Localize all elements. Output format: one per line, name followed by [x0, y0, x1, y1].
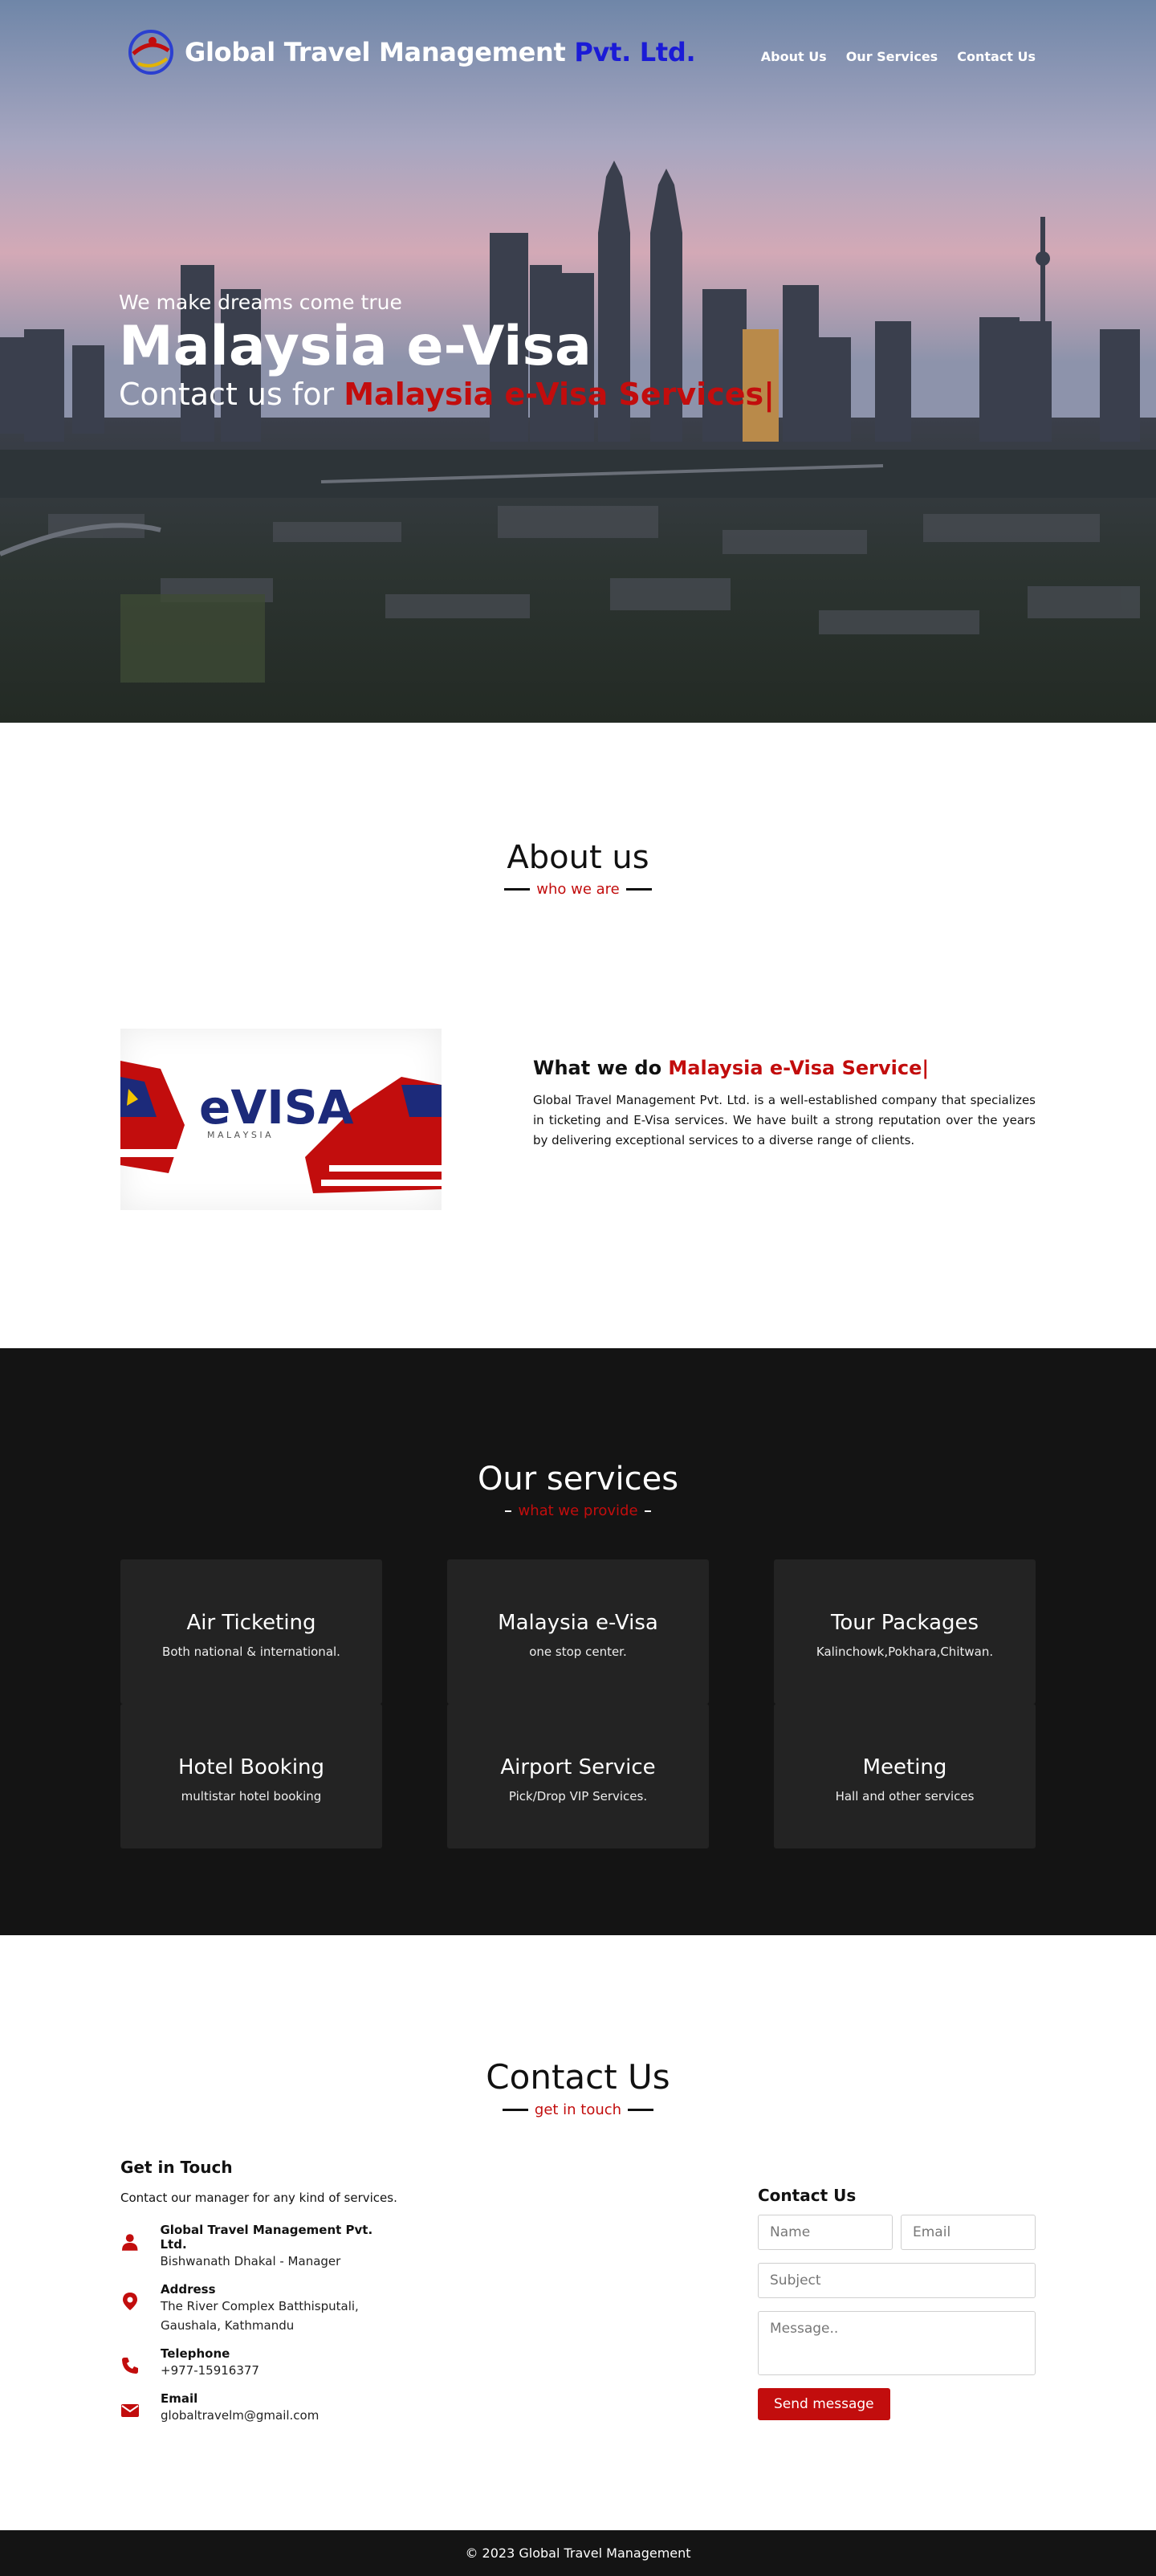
info-value[interactable]: +977-15916377	[161, 2361, 259, 2380]
user-icon	[121, 2233, 138, 2251]
info-label: Email	[161, 2391, 198, 2406]
what-we-do-heading: What we do Malaysia e-Visa Service|	[533, 1057, 1036, 1079]
evisa-flag-graphic: eVISA M A L A Y S I A	[120, 1061, 442, 1193]
nav-about-us[interactable]: About Us	[761, 49, 827, 64]
section-tagline: who we are	[504, 881, 652, 898]
contact-info-email: Email globaltravelm@gmail.com	[120, 2391, 398, 2425]
service-desc: Both national & international.	[162, 1645, 340, 1659]
contact-form-title: Contact Us	[758, 2186, 857, 2205]
divider	[505, 1510, 512, 1512]
service-card[interactable]: Air Ticketing Both national & internatio…	[120, 1559, 382, 1704]
info-value: The River Complex Batthisputali, Gaushal…	[161, 2298, 359, 2333]
service-title: Hotel Booking	[177, 1755, 325, 1779]
brand[interactable]: Global Travel Management Pvt. Ltd.	[120, 22, 696, 83]
section-title: Our services	[477, 1461, 679, 1498]
services-section: Our services what we provide Air Ticketi…	[0, 1348, 1156, 1935]
get-in-touch-panel: Get in Touch Contact our manager for any…	[120, 2158, 398, 2436]
service-desc: Pick/Drop VIP Services.	[508, 1789, 648, 1804]
footer: © 2023 Global Travel Management	[0, 2530, 1156, 2576]
brand-name-accent: Pvt. Ltd.	[574, 37, 696, 67]
about-content: eVISA M A L A Y S I A What we do Malaysi…	[0, 1029, 1156, 1210]
about-text: What we do Malaysia e-Visa Service| Glob…	[533, 1029, 1036, 1210]
hero-typing-line: Contact us for Malaysia e-Visa Services|	[119, 377, 775, 412]
service-card[interactable]: Hotel Booking multistar hotel booking	[120, 1704, 382, 1848]
email-input[interactable]: Email	[901, 2215, 1036, 2250]
get-in-touch-intro: Contact our manager for any kind of serv…	[120, 2191, 397, 2205]
service-desc: one stop center.	[529, 1645, 627, 1659]
service-title: Meeting	[862, 1755, 947, 1779]
service-desc: multistar hotel booking	[181, 1789, 322, 1804]
section-title: About us	[507, 839, 649, 876]
copyright-text: © 2023 Global Travel Management	[465, 2545, 691, 2561]
service-card[interactable]: Tour Packages Kalinchowk,Pokhara,Chitwan…	[774, 1559, 1036, 1704]
map-pin-icon	[123, 2292, 137, 2310]
services-heading-block: Our services what we provide	[0, 1461, 1156, 1519]
info-value[interactable]: globaltravelm@gmail.com	[161, 2406, 319, 2425]
service-title: Air Ticketing	[186, 1611, 316, 1635]
divider	[644, 1510, 651, 1512]
phone-icon	[122, 2357, 138, 2374]
hero-subtitle: We make dreams come true	[119, 291, 402, 314]
hero-line-prefix: Contact us for	[119, 377, 335, 413]
services-grid: Air Ticketing Both national & internatio…	[120, 1559, 1036, 1848]
section-tagline: what we provide	[505, 1502, 651, 1519]
name-email-row: Name Email	[758, 2215, 1036, 2250]
info-label: Global Travel Management Pvt. Ltd.	[160, 2222, 373, 2252]
service-desc: Kalinchowk,Pokhara,Chitwan.	[816, 1645, 994, 1659]
nav-links: About Us Our Services Contact Us	[761, 49, 1036, 64]
info-label: Telephone	[161, 2346, 230, 2361]
hero-line-highlight: Malaysia e-Visa Services|	[344, 377, 775, 413]
service-title: Tour Packages	[830, 1611, 979, 1635]
contact-info-company: Global Travel Management Pvt. Ltd. Bishw…	[120, 2223, 398, 2271]
brand-name: Global Travel Management Pvt. Ltd.	[185, 37, 696, 67]
contact-form: Contact Us Name Email Subject Message.. …	[758, 2186, 1036, 2420]
section-tagline: get in touch	[502, 2101, 654, 2118]
service-card[interactable]: Meeting Hall and other services	[774, 1704, 1036, 1848]
hero-copy: We make dreams come true Malaysia e-Visa…	[119, 291, 775, 412]
nav-contact-us[interactable]: Contact Us	[957, 49, 1036, 64]
subject-input[interactable]: Subject	[758, 2263, 1036, 2298]
contact-info-list: Global Travel Management Pvt. Ltd. Bishw…	[120, 2223, 398, 2425]
service-title: Malaysia e-Visa	[498, 1611, 658, 1635]
what-we-do-highlight: Malaysia e-Visa Service|	[668, 1057, 930, 1079]
divider	[504, 888, 531, 891]
name-input[interactable]: Name	[758, 2215, 893, 2250]
send-message-button[interactable]: Send message	[758, 2388, 890, 2420]
divider	[628, 2109, 654, 2111]
svg-text:eVISA: eVISA	[199, 1080, 354, 1135]
hero-title: Malaysia e-Visa	[119, 315, 592, 378]
divider	[625, 888, 652, 891]
globe-logo-icon	[128, 30, 173, 75]
contact-info-telephone: Telephone +977-15916377	[120, 2346, 398, 2380]
top-navbar: Global Travel Management Pvt. Ltd. About…	[120, 24, 1036, 80]
section-tag-text: get in touch	[534, 2101, 622, 2118]
section-title: Contact Us	[486, 2057, 670, 2097]
contact-info-address: Address The River Complex Batthisputali,…	[120, 2282, 398, 2335]
section-tag-text: who we are	[536, 881, 620, 898]
malaysia-evisa-image: eVISA M A L A Y S I A	[120, 1029, 442, 1210]
envelope-icon	[121, 2403, 139, 2417]
get-in-touch-title: Get in Touch	[120, 2158, 233, 2177]
about-body: Global Travel Management Pvt. Ltd. is a …	[533, 1093, 1036, 1147]
brand-name-main: Global Travel Management	[185, 37, 566, 67]
section-tag-text: what we provide	[518, 1502, 638, 1519]
contact-heading-block: Contact Us get in touch	[0, 2057, 1156, 2118]
divider	[502, 2109, 528, 2111]
about-section: About us who we are eVISA M A L A Y S I …	[0, 723, 1156, 1348]
service-title: Airport Service	[500, 1755, 656, 1779]
svg-text:M A L A Y S I A: M A L A Y S I A	[207, 1130, 271, 1140]
about-heading-block: About us who we are	[0, 839, 1156, 898]
info-value: Bishwanath Dhakal - Manager	[160, 2253, 341, 2268]
hero-banner: Global Travel Management Pvt. Ltd. About…	[0, 0, 1156, 723]
service-card[interactable]: Malaysia e-Visa one stop center.	[447, 1559, 709, 1704]
service-card[interactable]: Airport Service Pick/Drop VIP Services.	[447, 1704, 709, 1848]
message-textarea[interactable]: Message..	[758, 2311, 1036, 2375]
nav-our-services[interactable]: Our Services	[846, 49, 938, 64]
info-label: Address	[161, 2281, 216, 2297]
what-we-do-prefix: What we do	[533, 1057, 662, 1079]
service-desc: Hall and other services	[835, 1789, 975, 1804]
contact-section: Contact Us get in touch Get in Touch Con…	[0, 1935, 1156, 2530]
